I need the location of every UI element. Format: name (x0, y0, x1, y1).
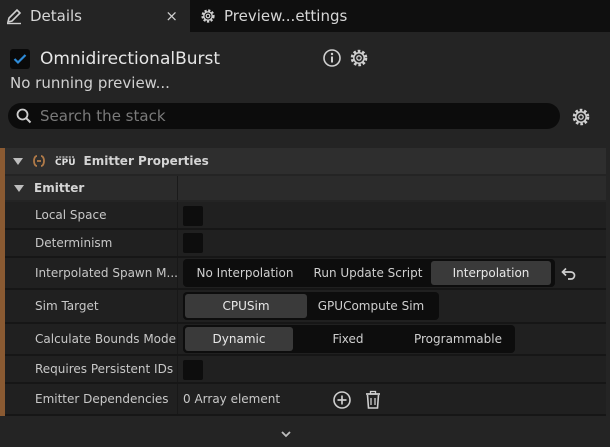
chevron-down-icon[interactable] (14, 184, 24, 192)
option-no-interpolation[interactable]: No Interpolation (185, 261, 305, 285)
chevron-down-icon[interactable] (13, 157, 23, 165)
tab-details-label: Details (30, 7, 83, 25)
sim-target-selector: CPUSim GPUCompute Sim (183, 292, 439, 320)
property-row-sim-target: Sim Target CPUSim GPUCompute Sim (5, 290, 606, 324)
search-bar (8, 103, 560, 129)
add-circle-icon[interactable] (332, 390, 352, 414)
preview-status: No running preview... (10, 74, 170, 92)
cpu-icon: CPU (55, 155, 76, 168)
column-divider (177, 290, 178, 322)
column-divider (177, 202, 178, 228)
search-icon (16, 108, 32, 124)
trash-icon[interactable] (364, 390, 382, 414)
info-icon[interactable] (322, 48, 342, 68)
option-interpolation[interactable]: Interpolation (431, 261, 551, 285)
option-dynamic[interactable]: Dynamic (185, 327, 293, 351)
gear-icon[interactable] (348, 47, 370, 69)
column-divider (177, 384, 178, 414)
cpu-badge: CPU (55, 157, 76, 168)
reset-arrow-icon[interactable] (559, 265, 577, 283)
array-count: 0 Array element (183, 392, 281, 406)
tab-details[interactable]: Details × (0, 0, 190, 32)
property-label: Determinism (35, 236, 113, 250)
emitter-enabled-checkbox[interactable] (10, 49, 30, 69)
property-row-determinism: Determinism (5, 230, 606, 258)
column-divider (177, 258, 178, 288)
property-row-dependencies: Emitter Dependencies 0 Array element (5, 384, 606, 416)
emitter-header: OmnidirectionalBurst (10, 48, 220, 70)
checkmark-icon (13, 54, 27, 65)
emitter-name: OmnidirectionalBurst (40, 49, 221, 69)
property-row-interpolated-spawn: Interpolated Spawn M... No Interpolation… (5, 258, 606, 290)
panel-footer (0, 423, 610, 447)
column-divider (177, 230, 178, 256)
persistent-ids-checkbox[interactable] (183, 360, 203, 380)
option-run-update-script[interactable]: Run Update Script (305, 261, 431, 285)
property-label: Calculate Bounds Mode (35, 332, 177, 346)
property-row-bounds-mode: Calculate Bounds Mode Dynamic Fixed Prog… (5, 324, 606, 356)
column-divider (177, 356, 178, 382)
tab-preview-label: Preview...ettings (224, 7, 348, 25)
pencil-icon (4, 6, 24, 26)
column-divider (177, 324, 178, 354)
property-label: Local Space (35, 208, 107, 222)
chevron-down-icon[interactable] (279, 426, 293, 440)
tab-preview-settings[interactable]: Preview...ettings (194, 0, 394, 32)
group-title: Emitter (34, 181, 85, 195)
interpolation-selector: No Interpolation Run Update Script Inter… (183, 259, 555, 287)
close-icon[interactable]: × (165, 7, 178, 25)
property-label: Emitter Dependencies (35, 392, 169, 406)
option-cpu-sim[interactable]: CPUSim (185, 294, 307, 318)
property-row-local-space: Local Space (5, 202, 606, 230)
tab-bar: Details × Preview...ettings (0, 0, 610, 32)
gear-icon (198, 6, 218, 26)
gear-icon[interactable] (570, 106, 592, 128)
emitter-group-header[interactable]: Emitter (5, 176, 606, 200)
property-label: Requires Persistent IDs (35, 362, 174, 376)
property-label: Interpolated Spawn M... (35, 266, 178, 280)
column-divider (177, 176, 178, 200)
link-icon (31, 155, 47, 167)
emitter-properties-header[interactable]: CPU Emitter Properties (5, 148, 606, 174)
option-fixed[interactable]: Fixed (293, 327, 403, 351)
option-programmable[interactable]: Programmable (403, 327, 513, 351)
property-label: Sim Target (35, 299, 99, 313)
bounds-mode-selector: Dynamic Fixed Programmable (183, 325, 515, 353)
property-row-persistent-ids: Requires Persistent IDs (5, 356, 606, 384)
local-space-checkbox[interactable] (183, 206, 203, 226)
option-gpu-compute-sim[interactable]: GPUCompute Sim (307, 294, 435, 318)
search-input[interactable] (38, 106, 542, 126)
section-title: Emitter Properties (83, 154, 209, 168)
determinism-checkbox[interactable] (183, 233, 203, 253)
